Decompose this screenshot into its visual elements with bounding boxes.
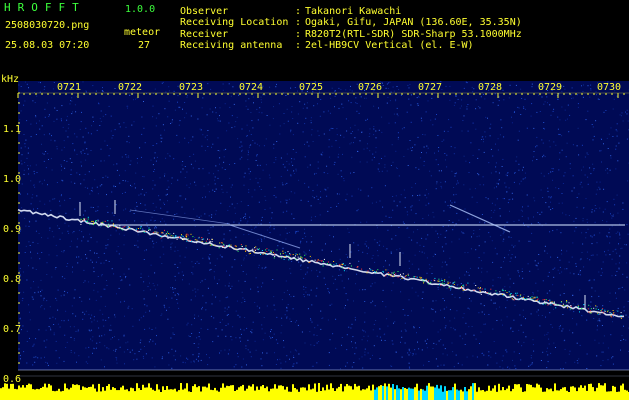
- observer-value: Takanori Kawachi: [305, 6, 402, 17]
- x-tick-label: 0726: [358, 82, 383, 93]
- location-label: Receiving Location: [180, 17, 289, 28]
- y-tick-label: 1.0: [3, 174, 22, 185]
- observer-label: Observer: [180, 6, 229, 17]
- y-tick-label: 0.9: [3, 224, 22, 235]
- meteor-counter-value: 27: [138, 40, 151, 51]
- y-tick-label: 0.7: [3, 324, 22, 335]
- receiver-value: R820T2(RTL-SDR) SDR-Sharp 53.1000MHz: [305, 29, 522, 40]
- x-tick-label: 0730: [597, 82, 622, 93]
- location-value: Ogaki, Gifu, JAPAN (136.60E, 35.35N): [305, 17, 522, 28]
- antenna-colon: :: [295, 40, 302, 51]
- antenna-label: Receiving antenna: [180, 40, 283, 51]
- observer-colon: :: [295, 6, 302, 17]
- x-tick-label: 0722: [118, 82, 143, 93]
- x-tick-label: 0724: [239, 82, 264, 93]
- meteor-counter-label: meteor: [124, 27, 161, 38]
- location-colon: :: [295, 17, 302, 28]
- app-name: HROFFT: [4, 1, 86, 14]
- x-tick-label: 0721: [57, 82, 82, 93]
- image-filename: 2508030720.png: [5, 20, 90, 31]
- capture-timestamp: 25.08.03 07:20: [5, 40, 90, 51]
- x-tick-label: 0729: [538, 82, 563, 93]
- y-tick-label: 1.1: [3, 124, 22, 135]
- x-tick-label: 0727: [418, 82, 443, 93]
- x-tick-label: 0725: [299, 82, 324, 93]
- antenna-value: 2el-HB9CV Vertical (el. E-W): [305, 40, 474, 51]
- receiver-label: Receiver: [180, 29, 229, 40]
- x-tick-label: 0723: [179, 82, 204, 93]
- y-tick-label: 0.8: [3, 274, 22, 285]
- spectrogram: [0, 81, 629, 400]
- y-axis-unit: kHz: [1, 74, 20, 85]
- y-tick-label: 0.6: [3, 374, 22, 385]
- signal-level-bar: [0, 383, 629, 400]
- x-tick-label: 0728: [478, 82, 503, 93]
- receiver-colon: :: [295, 29, 302, 40]
- app-version: 1.0.0: [125, 4, 156, 15]
